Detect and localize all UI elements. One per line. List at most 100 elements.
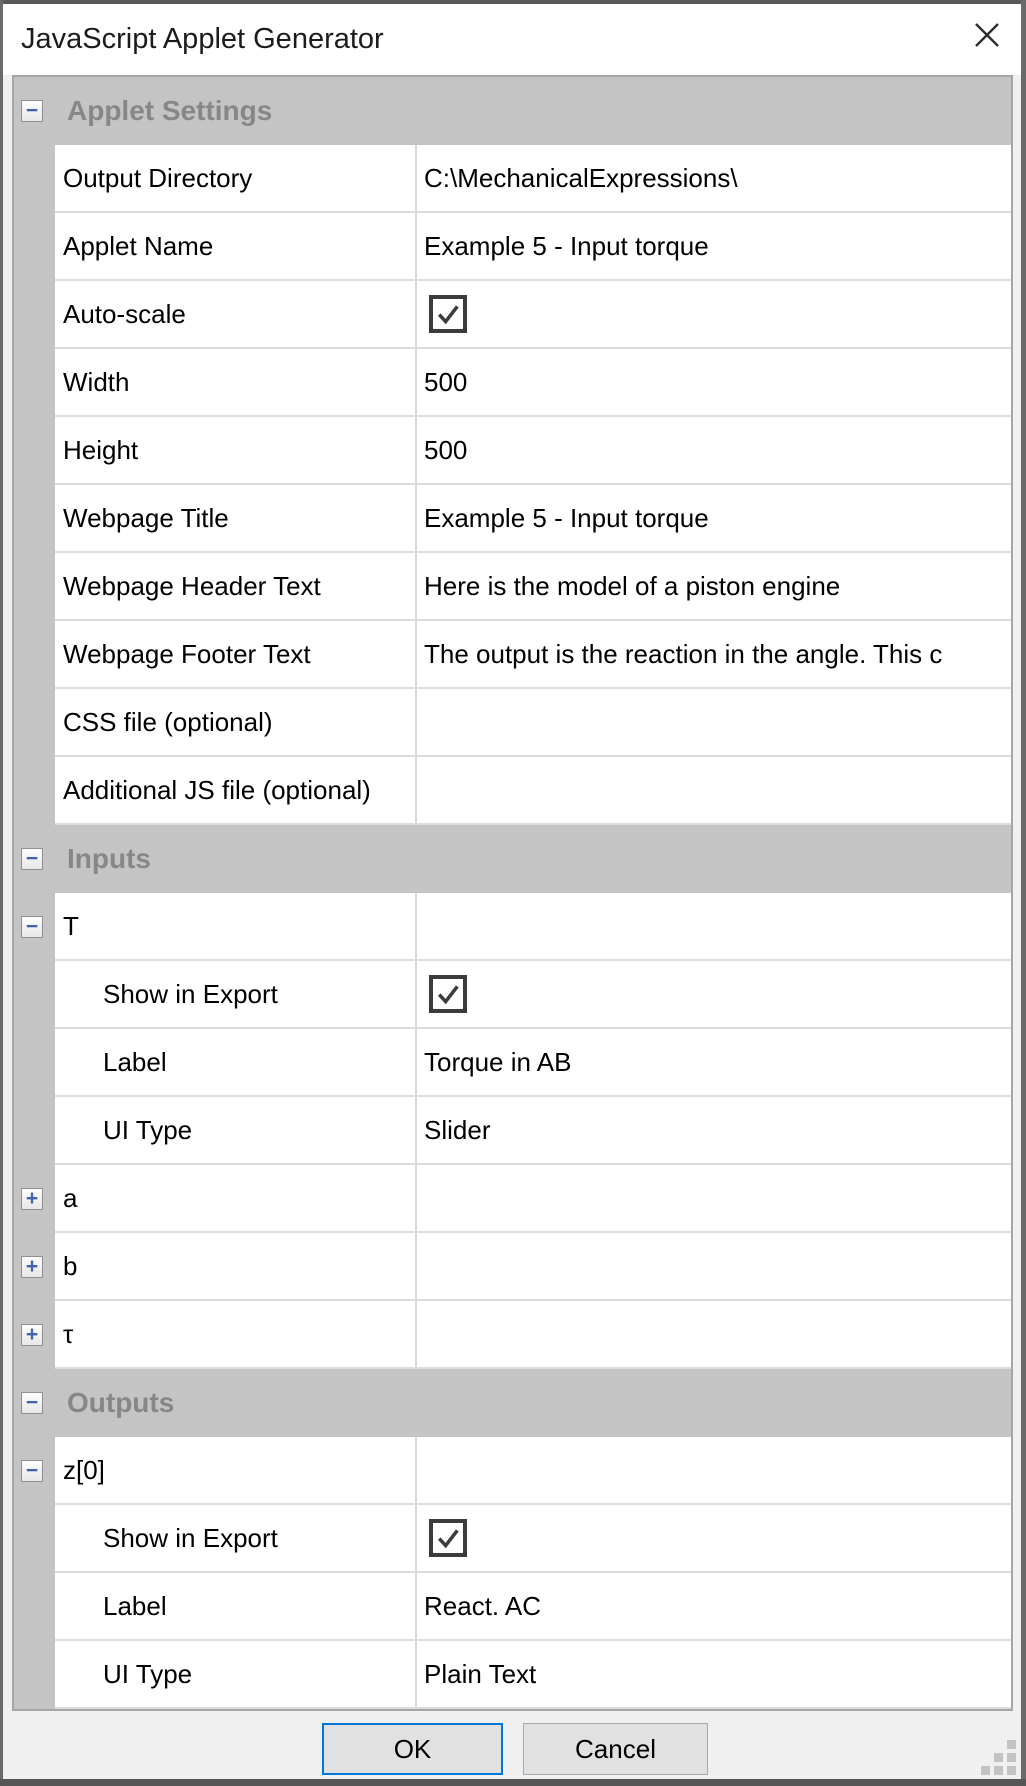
property-value[interactable]: Here is the model of a piston engine: [417, 553, 1011, 621]
property-value[interactable]: Torque in AB: [417, 1029, 1011, 1097]
row-gutter: +: [14, 1301, 55, 1369]
check-icon: [434, 1524, 462, 1552]
item-name: a: [55, 1165, 417, 1233]
collapse-outputs-button[interactable]: −: [21, 1392, 43, 1414]
check-icon: [434, 980, 462, 1008]
property-name: Width: [55, 349, 417, 417]
property-value[interactable]: React. AC: [417, 1573, 1011, 1641]
property-value[interactable]: [417, 1301, 1011, 1369]
section-title: Outputs: [67, 1387, 174, 1419]
show-in-export-checkbox[interactable]: [429, 1519, 467, 1557]
grip-dot: [1007, 1766, 1016, 1775]
row-applet-name: Applet Name Example 5 - Input torque: [14, 213, 1011, 281]
property-value[interactable]: [417, 1437, 1011, 1505]
row-gutter: −: [14, 893, 55, 961]
property-value[interactable]: Example 5 - Input torque: [417, 213, 1011, 281]
property-value[interactable]: The output is the reaction in the angle.…: [417, 621, 1011, 689]
grip-dot: [1007, 1753, 1016, 1762]
expand-input-b-button[interactable]: +: [21, 1256, 43, 1278]
row-output-z0-ui-type: UI Type Plain Text: [14, 1641, 1011, 1709]
auto-scale-checkbox[interactable]: [429, 295, 467, 333]
property-name: Webpage Footer Text: [55, 621, 417, 689]
row-output-z0-label: Label React. AC: [14, 1573, 1011, 1641]
window-border-left: [0, 0, 3, 1786]
expand-input-a-button[interactable]: +: [21, 1188, 43, 1210]
property-value: [417, 281, 1011, 349]
row-height: Height 500: [14, 417, 1011, 485]
collapse-output-z0-button[interactable]: −: [21, 1460, 43, 1482]
row-gutter: −: [14, 848, 55, 870]
row-gutter: [14, 689, 55, 757]
grip-dot: [981, 1766, 990, 1775]
row-gutter: [14, 553, 55, 621]
window-border-right: [1021, 0, 1026, 1786]
row-gutter: −: [14, 1437, 55, 1505]
collapse-input-T-button[interactable]: −: [21, 916, 43, 938]
row-webpage-footer-text: Webpage Footer Text The output is the re…: [14, 621, 1011, 689]
row-gutter: [14, 1573, 55, 1641]
property-value[interactable]: C:\MechanicalExpressions\: [417, 145, 1011, 213]
window-border-bottom: [0, 1779, 1026, 1786]
row-input-b: + b: [14, 1233, 1011, 1301]
property-value[interactable]: Plain Text: [417, 1641, 1011, 1709]
grip-dot: [1007, 1740, 1016, 1749]
row-input-a: + a: [14, 1165, 1011, 1233]
property-name: Additional JS file (optional): [55, 757, 417, 825]
row-gutter: +: [14, 1233, 55, 1301]
row-output-z0-show-in-export: Show in Export: [14, 1505, 1011, 1573]
property-value: [417, 1505, 1011, 1573]
row-output-directory: Output Directory C:\MechanicalExpression…: [14, 145, 1011, 213]
property-value[interactable]: [417, 757, 1011, 825]
property-value[interactable]: [417, 1165, 1011, 1233]
section-title: Inputs: [67, 843, 151, 875]
section-header-applet-settings: − Applet Settings: [14, 77, 1011, 145]
property-value[interactable]: Slider: [417, 1097, 1011, 1165]
row-gutter: [14, 621, 55, 689]
row-gutter: [14, 281, 55, 349]
property-value: [417, 961, 1011, 1029]
property-name: Output Directory: [55, 145, 417, 213]
row-gutter: [14, 349, 55, 417]
row-input-T-show-in-export: Show in Export: [14, 961, 1011, 1029]
resize-grip[interactable]: [981, 1740, 1016, 1775]
section-header-outputs: − Outputs: [14, 1369, 1011, 1437]
property-value[interactable]: [417, 689, 1011, 757]
property-name: Applet Name: [55, 213, 417, 281]
collapse-inputs-button[interactable]: −: [21, 848, 43, 870]
dialog-window: JavaScript Applet Generator − Applet Set…: [0, 0, 1026, 1786]
property-name: Height: [55, 417, 417, 485]
grip-dot: [994, 1753, 1003, 1762]
row-gutter: [14, 1097, 55, 1165]
grip-dot: [994, 1766, 1003, 1775]
check-icon: [434, 300, 462, 328]
row-gutter: +: [14, 1165, 55, 1233]
item-name: τ: [55, 1301, 417, 1369]
property-name: Webpage Title: [55, 485, 417, 553]
cancel-button[interactable]: Cancel: [523, 1723, 708, 1775]
row-gutter: [14, 1641, 55, 1709]
property-value[interactable]: [417, 893, 1011, 961]
expand-input-tau-button[interactable]: +: [21, 1324, 43, 1346]
row-input-T-label: Label Torque in AB: [14, 1029, 1011, 1097]
row-input-T: − T: [14, 893, 1011, 961]
property-value[interactable]: Example 5 - Input torque: [417, 485, 1011, 553]
close-button[interactable]: [962, 10, 1012, 60]
show-in-export-checkbox[interactable]: [429, 975, 467, 1013]
property-value[interactable]: 500: [417, 349, 1011, 417]
collapse-applet-settings-button[interactable]: −: [21, 100, 43, 122]
row-gutter: [14, 1505, 55, 1573]
property-value[interactable]: 500: [417, 417, 1011, 485]
section-title: Applet Settings: [67, 95, 272, 127]
row-gutter: [14, 757, 55, 825]
row-css-file: CSS file (optional): [14, 689, 1011, 757]
section-header-inputs: − Inputs: [14, 825, 1011, 893]
ok-button[interactable]: OK: [322, 1723, 503, 1775]
row-gutter: [14, 145, 55, 213]
row-gutter: [14, 961, 55, 1029]
row-gutter: −: [14, 100, 55, 122]
row-width: Width 500: [14, 349, 1011, 417]
item-name: T: [55, 893, 417, 961]
property-value[interactable]: [417, 1233, 1011, 1301]
property-name: Auto-scale: [55, 281, 417, 349]
property-name: Show in Export: [55, 1505, 417, 1573]
